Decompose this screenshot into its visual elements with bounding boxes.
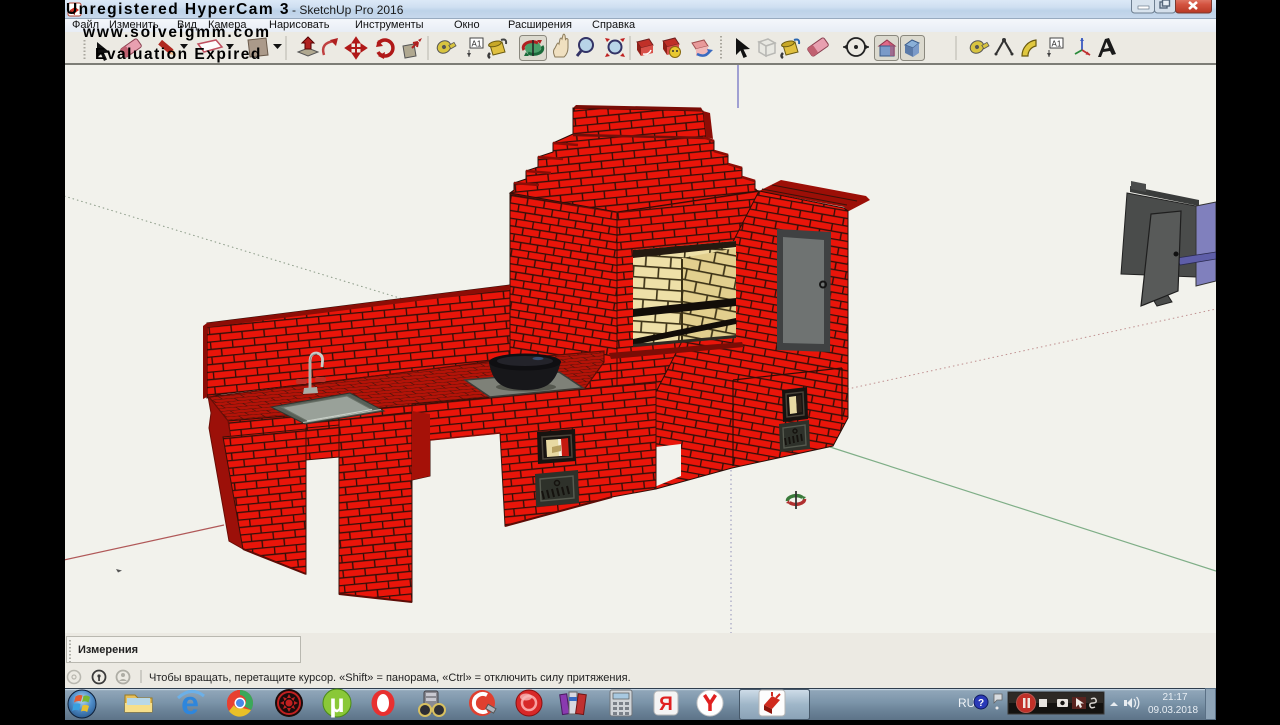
svg-text:09.03.2018: 09.03.2018 — [1148, 705, 1198, 716]
svg-text:RU: RU — [958, 696, 975, 710]
svg-text:?: ? — [978, 698, 984, 709]
svg-text:A1: A1 — [472, 40, 482, 49]
svg-text:A1: A1 — [1052, 40, 1062, 49]
svg-text:µ: µ — [330, 688, 345, 718]
svg-text:Я: Я — [659, 694, 673, 715]
svg-text:21:17: 21:17 — [1162, 692, 1187, 703]
